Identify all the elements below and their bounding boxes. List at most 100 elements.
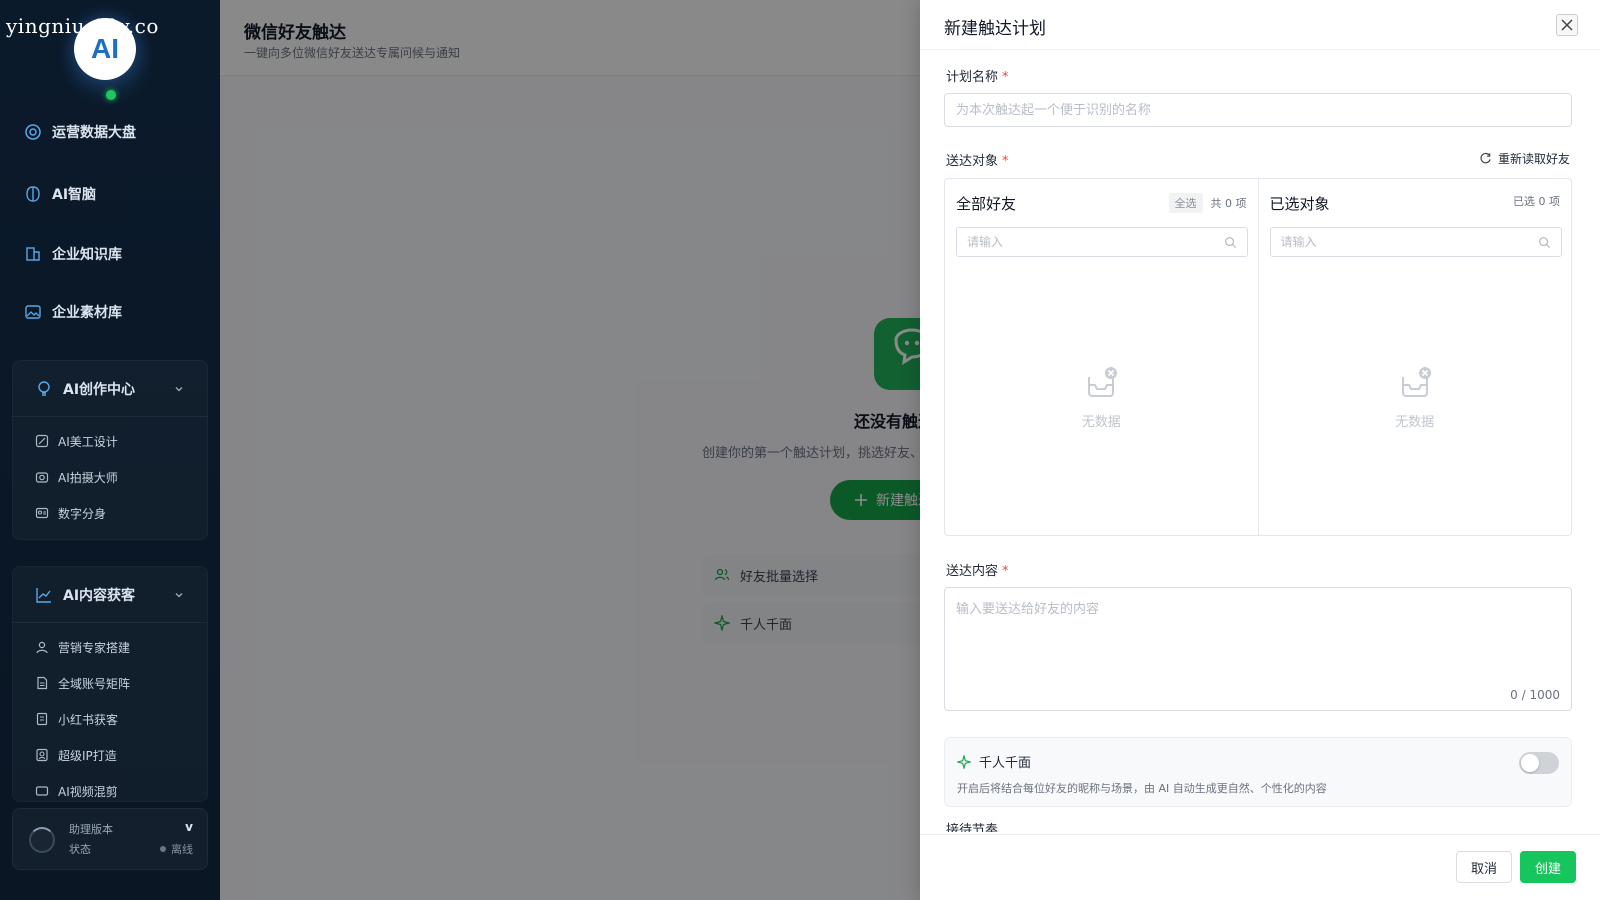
panel-title: 全部好友: [956, 195, 1017, 213]
sidebar-subitem-label: 数字分身: [58, 506, 107, 521]
sidebar-group-header[interactable]: AI创作中心: [13, 361, 207, 417]
close-button[interactable]: [1556, 14, 1578, 36]
sidebar-item-dashboard[interactable]: 运营数据大盘: [24, 122, 136, 142]
sidebar-subitem-digital-avatar[interactable]: 数字分身: [13, 495, 207, 531]
sidebar-subitem-ai-camera[interactable]: AI拍摄大师: [13, 459, 207, 495]
personalization-toggle[interactable]: [1519, 752, 1559, 774]
sidebar-item-label: 企业知识库: [52, 247, 122, 263]
content-label: 送达内容 *: [946, 560, 1009, 579]
camera-icon: [35, 472, 49, 483]
offline-dot-icon: [160, 846, 166, 852]
sidebar-group-label: AI内容获客: [63, 587, 136, 604]
panel-title: 已选对象: [1269, 195, 1330, 213]
user-icon: [36, 641, 48, 654]
dashboard-icon: [25, 124, 41, 140]
personalization-card: 千人千面 开启后将结合每位好友的昵称与场景，由 AI 自动生成更自然、个性化的内…: [944, 737, 1572, 807]
refresh-icon: [1480, 152, 1491, 164]
sidebar-subitem-ai-design[interactable]: AI美工设计: [13, 423, 207, 459]
sidebar-subitem-video-mix[interactable]: AI视频混剪: [13, 773, 207, 801]
target-label: 送达对象 *: [946, 150, 1009, 169]
sidebar-subitem-label: AI拍摄大师: [58, 470, 118, 485]
content-textarea[interactable]: [945, 588, 1571, 710]
friend-transfer: 全部好友 全选 共 0 项 无数据 已选对象 已选 0 项: [944, 178, 1572, 536]
sidebar: yingniu.10v.co AI 运营数据大盘 AI智脑 企业知识库 企业素材…: [0, 0, 220, 900]
sidebar-group-ai-creation: AI创作中心 AI美工设计 AI拍摄大师 数字分身: [12, 360, 208, 540]
no-data-icon: [1088, 367, 1118, 397]
sidebar-subitem-label: 超级IP打造: [58, 748, 117, 763]
friends-search-input[interactable]: [967, 235, 1224, 249]
book-icon: [36, 712, 48, 726]
drawer-header: 新建触达计划: [920, 0, 1600, 50]
sidebar-subitem-label: 全域账号矩阵: [58, 676, 131, 691]
reload-friends-label: 重新读取好友: [1497, 152, 1570, 166]
sidebar-subitem-xiaohongshu[interactable]: 小红书获客: [13, 701, 207, 737]
search-icon[interactable]: [1224, 236, 1237, 249]
sidebar-item-label: 企业素材库: [52, 305, 122, 321]
knowledge-base-icon: [26, 247, 40, 261]
plan-name-input[interactable]: [944, 93, 1572, 127]
sidebar-item-label: 运营数据大盘: [52, 125, 136, 141]
selected-panel: 已选对象 已选 0 项 无数据: [1257, 179, 1572, 535]
select-all-button[interactable]: 全选: [1168, 193, 1203, 213]
friends-search-box: [956, 227, 1248, 257]
plan-name-label: 计划名称 *: [946, 66, 1009, 85]
reload-friends-button[interactable]: 重新读取好友: [1479, 150, 1570, 167]
sidebar-item-ai-brain[interactable]: AI智脑: [24, 184, 96, 204]
status-value: 离线: [171, 843, 193, 856]
sidebar-item-material-library[interactable]: 企业素材库: [24, 302, 122, 322]
required-mark: *: [1002, 154, 1009, 169]
personalization-description: 开启后将结合每位好友的昵称与场景，由 AI 自动生成更自然、个性化的内容: [957, 782, 1327, 795]
status-label: 状态: [69, 843, 91, 856]
sidebar-group-header[interactable]: AI内容获客: [13, 567, 207, 623]
all-friends-panel: 全部好友 全选 共 0 项 无数据: [945, 179, 1258, 535]
design-icon: [35, 434, 49, 448]
personalization-title-text: 千人千面: [979, 756, 1032, 771]
status-badge: 离线: [160, 841, 193, 857]
personalization-title: 千人千面: [957, 752, 1031, 771]
sidebar-item-knowledge-base[interactable]: 企业知识库: [24, 244, 122, 264]
sparkle-icon: [957, 754, 971, 769]
required-mark: *: [1002, 564, 1009, 579]
image-library-icon: [25, 305, 41, 319]
selected-search-input[interactable]: [1280, 235, 1538, 249]
drawer-title: 新建触达计划: [944, 19, 1046, 39]
drawer-footer: 取消 创建: [920, 834, 1600, 900]
brain-icon: [26, 186, 40, 202]
content-field: 0 / 1000: [944, 587, 1572, 711]
sidebar-subitem-label: AI美工设计: [58, 434, 118, 449]
cancel-button[interactable]: 取消: [1456, 851, 1512, 883]
chart-line-icon: [36, 587, 51, 603]
document-icon: [37, 676, 48, 690]
create-button[interactable]: 创建: [1520, 851, 1576, 883]
chevron-down-icon: [175, 386, 183, 391]
required-mark: *: [1002, 70, 1009, 85]
selected-search-box: [1269, 227, 1562, 257]
total-count: 共 0 项: [1210, 197, 1247, 210]
version-value: v: [185, 820, 193, 834]
sidebar-subitem-super-ip[interactable]: 超级IP打造: [13, 737, 207, 773]
content-label-text: 送达内容: [946, 564, 999, 579]
video-icon: [35, 786, 49, 796]
new-plan-drawer: 新建触达计划 计划名称* 送达对象* 重新读取好友 全部好友 全选 共 0 项 …: [920, 0, 1600, 900]
assistant-version-panel: 助理版本 v 状态 离线: [12, 808, 208, 870]
badge-icon: [36, 748, 48, 762]
online-status-dot: [106, 90, 116, 100]
no-data-text: 无数据: [1081, 415, 1121, 430]
panel-meta: 全选 共 0 项: [1168, 193, 1247, 213]
selected-count: 已选 0 项: [1513, 195, 1560, 208]
target-label-text: 送达对象: [946, 154, 999, 169]
sidebar-subitem-account-matrix[interactable]: 全域账号矩阵: [13, 665, 207, 701]
no-data-icon: [1401, 367, 1431, 397]
chevron-down-icon: [175, 592, 183, 597]
sidebar-item-label: AI智脑: [52, 187, 97, 203]
sidebar-subitem-marketing-expert[interactable]: 营销专家搭建: [13, 629, 207, 665]
sidebar-subitem-label: 小红书获客: [58, 712, 119, 727]
rhythm-label: 接待节奏: [946, 823, 999, 832]
avatar-card-icon: [35, 507, 49, 519]
sidebar-subitem-label: AI视频混剪: [58, 784, 118, 799]
loading-spinner-icon: [29, 827, 55, 853]
no-data-text: 无数据: [1395, 415, 1435, 430]
sidebar-group-label: AI创作中心: [63, 381, 136, 398]
search-icon[interactable]: [1538, 236, 1551, 249]
close-icon: [1561, 19, 1573, 31]
